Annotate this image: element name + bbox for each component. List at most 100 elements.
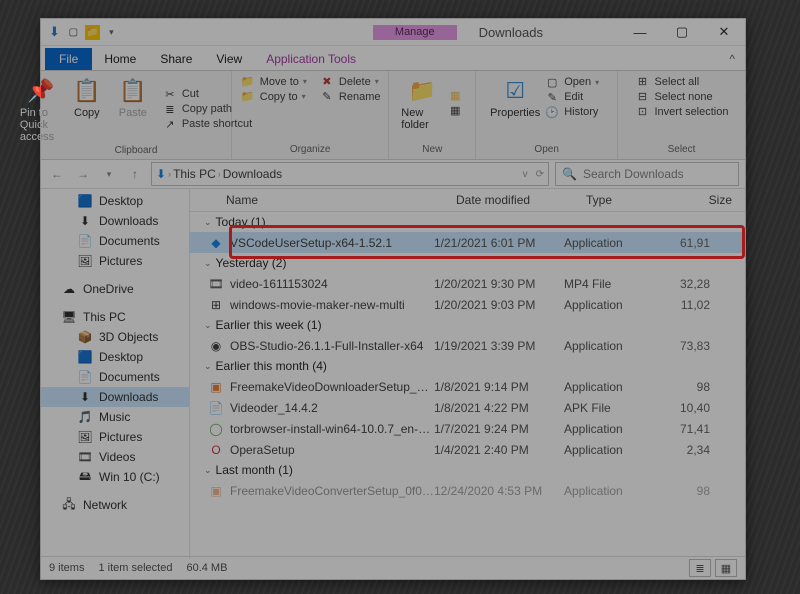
address-bar[interactable]: ⬇ › This PC › Downloads v⟳ [151, 162, 549, 186]
pin-to-quick-access[interactable]: 📌Pin to Quick access [20, 75, 62, 143]
nav-forward-button[interactable]: → [73, 167, 93, 181]
nav-item-label: This PC [83, 310, 126, 324]
invert-selection-button[interactable]: ⊡Invert selection [635, 105, 729, 118]
nav-item[interactable]: 🖧Network [41, 495, 189, 515]
nav-item-label: Network [83, 498, 127, 512]
tab-home[interactable]: Home [92, 48, 148, 70]
easy-access-button[interactable]: ▦ [447, 104, 463, 117]
search-icon: 🔍 [562, 167, 577, 181]
status-bar: 9 items 1 item selected 60.4 MB ≣ ▦ [41, 556, 745, 579]
nav-item[interactable]: 🖥This PC [41, 307, 189, 327]
file-type: Application [564, 422, 670, 436]
file-icon: ▣ [208, 380, 224, 394]
history-button[interactable]: 🕑History [544, 106, 599, 119]
chevron-down-icon: ⌄ [204, 258, 212, 269]
select-all-button[interactable]: ⊞Select all [635, 75, 700, 88]
file-size: 71,41 [670, 422, 714, 436]
close-button[interactable]: ✕ [703, 19, 745, 45]
nav-item[interactable]: 📄Documents [41, 367, 189, 387]
ribbon-expand-icon[interactable]: ^ [719, 48, 745, 70]
qat-btn[interactable]: ▢ [66, 25, 81, 40]
column-date[interactable]: Date modified [456, 193, 586, 207]
minimize-button[interactable]: — [619, 19, 661, 45]
file-row[interactable]: 📄Videoder_14.4.21/8/2021 4:22 PMAPK File… [190, 397, 745, 418]
maximize-button[interactable]: ▢ [661, 19, 703, 45]
file-date: 1/20/2021 9:30 PM [434, 277, 564, 291]
nav-item[interactable]: 🎵Music [41, 407, 189, 427]
copy-to-button[interactable]: 📁Copy to▾ [240, 90, 307, 103]
column-size[interactable]: Size [692, 193, 732, 207]
group-header[interactable]: ⌄ Earlier this month (4) [190, 356, 745, 376]
tab-share[interactable]: Share [148, 48, 204, 70]
refresh-icon[interactable]: ⟳ [536, 169, 544, 180]
delete-button[interactable]: ✖Delete▾ [319, 75, 381, 88]
file-row[interactable]: OOperaSetup1/4/2021 2:40 PMApplication2,… [190, 439, 745, 460]
paste-button[interactable]: 📋Paste [112, 75, 154, 143]
edit-button[interactable]: ✎Edit [544, 91, 599, 104]
file-row[interactable]: ◉OBS-Studio-26.1.1-Full-Installer-x641/1… [190, 335, 745, 356]
nav-item[interactable]: 🖴Win 10 (C:) [41, 467, 189, 487]
nav-item[interactable]: 🎞Videos [41, 447, 189, 467]
file-type: Application [564, 443, 670, 457]
nav-item-label: Documents [99, 370, 160, 384]
navigation-pane[interactable]: 🟦Desktop⬇Downloads📄Documents🖼Pictures☁On… [41, 189, 190, 559]
tab-application-tools[interactable]: Application Tools [254, 48, 368, 70]
nav-item[interactable]: 📄Documents [41, 231, 189, 251]
manage-header[interactable]: Manage [373, 25, 457, 40]
qat-new-folder[interactable]: 📁 [85, 25, 100, 40]
nav-back-button[interactable]: ← [47, 167, 67, 181]
chevron-down-icon[interactable]: v [523, 169, 528, 180]
file-row[interactable]: ▣FreemakeVideoDownloaderSetup_0f0c98…1/8… [190, 376, 745, 397]
move-to-button[interactable]: 📁Move to▾ [240, 75, 307, 88]
open-button[interactable]: ▢Open▾ [544, 76, 599, 89]
tab-view[interactable]: View [204, 48, 254, 70]
nav-item[interactable]: ⬇Downloads [41, 211, 189, 231]
nav-up-button[interactable]: ↑ [125, 167, 145, 181]
file-size: 2,34 [670, 443, 714, 457]
rename-button[interactable]: ✎Rename [319, 90, 381, 103]
select-none-button[interactable]: ⊟Select none [635, 90, 713, 103]
group-header[interactable]: ⌄ Yesterday (2) [190, 253, 745, 273]
file-row[interactable]: ▣FreemakeVideoConverterSetup_0f0c98a412/… [190, 480, 745, 501]
nav-item[interactable]: 🟦Desktop [41, 347, 189, 367]
nav-item[interactable]: 🟦Desktop [41, 191, 189, 211]
nav-recent-button[interactable]: ▾ [99, 169, 119, 180]
file-row[interactable]: ◆VSCodeUserSetup-x64-1.52.11/21/2021 6:0… [190, 232, 745, 253]
new-item-button[interactable]: ▦ [447, 89, 463, 102]
group-clipboard: Clipboard [115, 143, 158, 156]
group-header[interactable]: ⌄ Earlier this week (1) [190, 315, 745, 335]
file-date: 1/7/2021 9:24 PM [434, 422, 564, 436]
search-box[interactable]: 🔍 Search Downloads [555, 162, 739, 186]
nav-item-label: Downloads [99, 214, 158, 228]
file-row[interactable]: 🎞video-16111530241/20/2021 9:30 PMMP4 Fi… [190, 273, 745, 294]
file-row[interactable]: ◯torbrowser-install-win64-10.0.7_en-US1/… [190, 418, 745, 439]
copy-button[interactable]: 📋Copy [66, 75, 108, 143]
file-size: 32,28 [670, 277, 714, 291]
file-type: Application [564, 236, 670, 250]
tab-file[interactable]: File [45, 48, 92, 70]
column-type[interactable]: Type [586, 193, 692, 207]
group-header[interactable]: ⌄ Today (1) [190, 212, 745, 232]
crumb-downloads[interactable]: Downloads [223, 167, 282, 181]
column-name[interactable]: Name [190, 193, 456, 207]
file-name: FreemakeVideoConverterSetup_0f0c98a4 [230, 484, 434, 498]
details-view-button[interactable]: ≣ [689, 559, 711, 577]
file-size: 98 [670, 380, 714, 394]
nav-item-label: Desktop [99, 350, 143, 364]
group-header[interactable]: ⌄ Last month (1) [190, 460, 745, 480]
nav-item[interactable]: ☁OneDrive [41, 279, 189, 299]
file-row[interactable]: ⊞windows-movie-maker-new-multi1/20/2021 … [190, 294, 745, 315]
status-selection-count: 1 item selected [98, 562, 172, 574]
nav-item[interactable]: 🖼Pictures [41, 251, 189, 271]
file-date: 1/20/2021 9:03 PM [434, 298, 564, 312]
qat-chevron[interactable]: ▾ [104, 25, 119, 40]
thumbs-view-button[interactable]: ▦ [715, 559, 737, 577]
nav-item[interactable]: ⬇Downloads [41, 387, 189, 407]
file-icon: ◆ [208, 236, 224, 250]
nav-item[interactable]: 📦3D Objects [41, 327, 189, 347]
window-title: Downloads [467, 25, 555, 40]
nav-item[interactable]: 🖼Pictures [41, 427, 189, 447]
crumb-thispc[interactable]: This PC [173, 167, 216, 181]
properties-button[interactable]: ☑Properties [494, 75, 536, 119]
new-folder-button[interactable]: 📁New folder [401, 75, 443, 131]
